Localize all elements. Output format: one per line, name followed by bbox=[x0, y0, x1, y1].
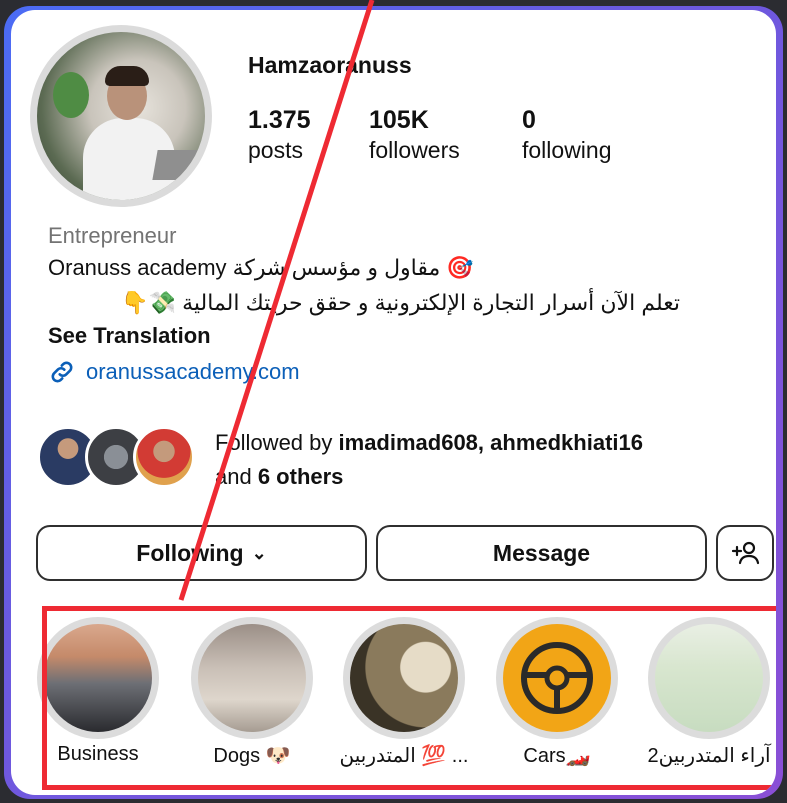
stat-followers[interactable]: 105K followers bbox=[369, 106, 460, 166]
profile-category: Entrepreneur bbox=[48, 223, 177, 248]
message-button[interactable]: Message bbox=[376, 525, 707, 581]
chevron-down-icon: ⌄ bbox=[251, 542, 267, 563]
highlights-annotation-box bbox=[42, 606, 776, 790]
bio-line-1: Oranuss academy مقاول و مؤسس شركة 🎯 bbox=[48, 255, 474, 280]
stat-posts-value: 1.375 bbox=[248, 106, 311, 134]
stat-following[interactable]: 0 following bbox=[522, 106, 612, 166]
followed-by-prefix: Followed by bbox=[215, 430, 339, 455]
stat-followers-value: 105K bbox=[369, 106, 429, 134]
link-icon bbox=[51, 361, 73, 383]
followed-by-names[interactable]: imadimad608, ahmedkhiati16 bbox=[339, 430, 643, 455]
stat-following-label: following bbox=[522, 137, 612, 163]
stat-posts-label: posts bbox=[248, 137, 303, 163]
avatar-plant bbox=[53, 72, 89, 118]
bio-link[interactable]: oranussacademy.com bbox=[48, 358, 300, 386]
see-translation-link[interactable]: See Translation bbox=[48, 323, 211, 349]
avatar-person-hair bbox=[105, 66, 149, 86]
stat-following-value: 0 bbox=[522, 106, 536, 134]
add-user-button[interactable] bbox=[716, 525, 774, 581]
avatar[interactable] bbox=[37, 32, 205, 200]
followed-by-text[interactable]: Followed by imadimad608, ahmedkhiati16 a… bbox=[215, 426, 755, 494]
following-button[interactable]: Following ⌄ bbox=[36, 525, 367, 581]
following-button-label: Following bbox=[136, 539, 244, 566]
profile-card: Hamzaoranuss 1.375 posts 105K followers … bbox=[11, 10, 776, 795]
stat-followers-label: followers bbox=[369, 137, 460, 163]
avatar-laptop bbox=[152, 150, 205, 180]
followed-by-others[interactable]: 6 others bbox=[258, 464, 344, 489]
username: Hamzaoranuss bbox=[248, 52, 412, 78]
follower-avatar-3[interactable] bbox=[133, 426, 195, 488]
add-user-icon bbox=[731, 541, 760, 565]
message-button-label: Message bbox=[492, 539, 591, 566]
bio-line-2: تعلم الآن أسرار التجارة الإلكترونية و حق… bbox=[121, 290, 680, 315]
bio-link-text: oranussacademy.com bbox=[86, 359, 300, 384]
stat-posts[interactable]: 1.375 posts bbox=[248, 106, 311, 166]
followed-by-and: and bbox=[215, 464, 258, 489]
